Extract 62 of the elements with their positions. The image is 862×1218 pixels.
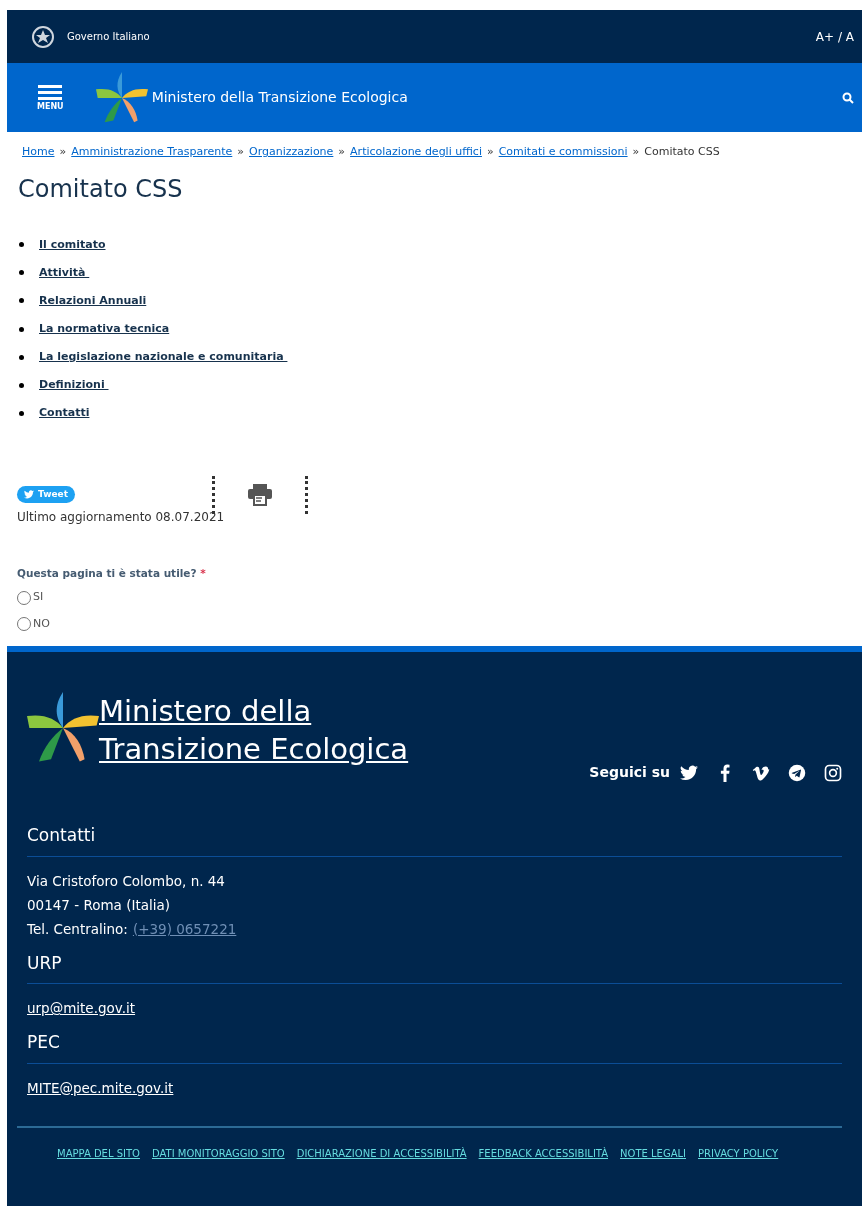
list-link[interactable]: Contatti (39, 405, 90, 422)
footer-link[interactable]: PRIVACY POLICY (698, 1145, 779, 1161)
vimeo-icon[interactable] (752, 763, 770, 782)
bullet-icon (19, 242, 24, 248)
emblem-icon (31, 24, 55, 49)
telegram-icon[interactable] (788, 763, 806, 782)
breadcrumb-current: Comitato CSS (644, 144, 720, 160)
print-icon[interactable] (247, 482, 273, 507)
logo-icon (95, 71, 148, 124)
footer-link[interactable]: DATI MONITORAGGIO SITO (151, 1145, 285, 1161)
footer-link[interactable]: DICHIARAZIONE DI ACCESSIBILITÀ (296, 1145, 467, 1161)
email-link[interactable]: MITE@pec.mite.gov.it (27, 1075, 174, 1100)
font-size-control[interactable]: A+ / A (815, 27, 854, 46)
bullet-icon (19, 410, 24, 416)
breadcrumb-separator: » (59, 144, 67, 160)
phone-link[interactable]: (+39) 0657221 (132, 916, 237, 941)
breadcrumb-link[interactable]: Home (22, 144, 55, 161)
footer-title-link[interactable]: Transizione Ecologica (99, 730, 409, 769)
footer-link[interactable]: MAPPA DEL SITO (57, 1145, 140, 1161)
instagram-icon[interactable] (824, 763, 842, 782)
bullet-icon (19, 326, 24, 332)
list-link[interactable]: Attività (39, 264, 90, 282)
list-link[interactable]: Definizioni (39, 376, 109, 394)
breadcrumb-separator: » (486, 144, 494, 160)
feedback-question: Questa pagina ti è stata utile? * (16, 565, 207, 581)
bullet-icon (19, 354, 24, 360)
search-icon[interactable] (842, 91, 854, 104)
phone-label: Tel. Centralino: (27, 919, 128, 939)
menu-button[interactable]: MENU (37, 84, 64, 111)
breadcrumb-link[interactable]: Organizzazione (249, 144, 334, 161)
list-link[interactable]: La legislazione nazionale e comunitaria (39, 348, 288, 366)
bullet-icon (19, 270, 24, 276)
breadcrumb-separator: » (237, 144, 245, 160)
footer-link[interactable]: FEEDBACK ACCESSIBILITÀ (478, 1145, 609, 1161)
breadcrumb-separator: » (632, 144, 640, 160)
menu-icon (38, 84, 63, 101)
last-update-text: Ultimo aggiornamento 08.07.2021 (16, 508, 226, 526)
page-title: Comitato CSS (17, 173, 184, 205)
follow-label: Seguici su (589, 763, 670, 783)
breadcrumb-link[interactable]: Comitati e commissioni (498, 144, 628, 161)
twitter-icon (24, 490, 34, 500)
email-link[interactable]: urp@mite.gov.it (27, 996, 136, 1021)
section-heading: Contatti (27, 823, 842, 857)
radio-option[interactable]: SI (17, 589, 852, 606)
site-label[interactable]: Governo Italiano (67, 29, 150, 44)
site-title[interactable]: Ministero della Transizione Ecologica (151, 87, 842, 108)
list-link[interactable]: La normativa tecnica (39, 320, 170, 338)
address-line: Via Cristoforo Colombo, n. 44 (27, 871, 226, 891)
bullet-icon (19, 298, 24, 304)
section-heading: URP (27, 950, 842, 985)
twitter-icon[interactable] (680, 763, 698, 782)
breadcrumb-link[interactable]: Amministrazione Trasparente (71, 144, 233, 161)
radio-option[interactable]: NO (17, 615, 852, 633)
breadcrumb-link[interactable]: Articolazione degli uffici (350, 144, 482, 161)
breadcrumb-separator: » (338, 144, 346, 160)
list-link[interactable]: Relazioni Annuali (39, 292, 147, 310)
footer-link[interactable]: NOTE LEGALI (620, 1145, 686, 1161)
footer-title-link[interactable]: Ministero della (99, 692, 312, 731)
list-link[interactable]: Il comitato (39, 236, 106, 253)
bullet-icon (19, 382, 24, 388)
section-heading: PEC (27, 1030, 842, 1064)
address-line: 00147 - Roma (Italia) (27, 895, 171, 915)
